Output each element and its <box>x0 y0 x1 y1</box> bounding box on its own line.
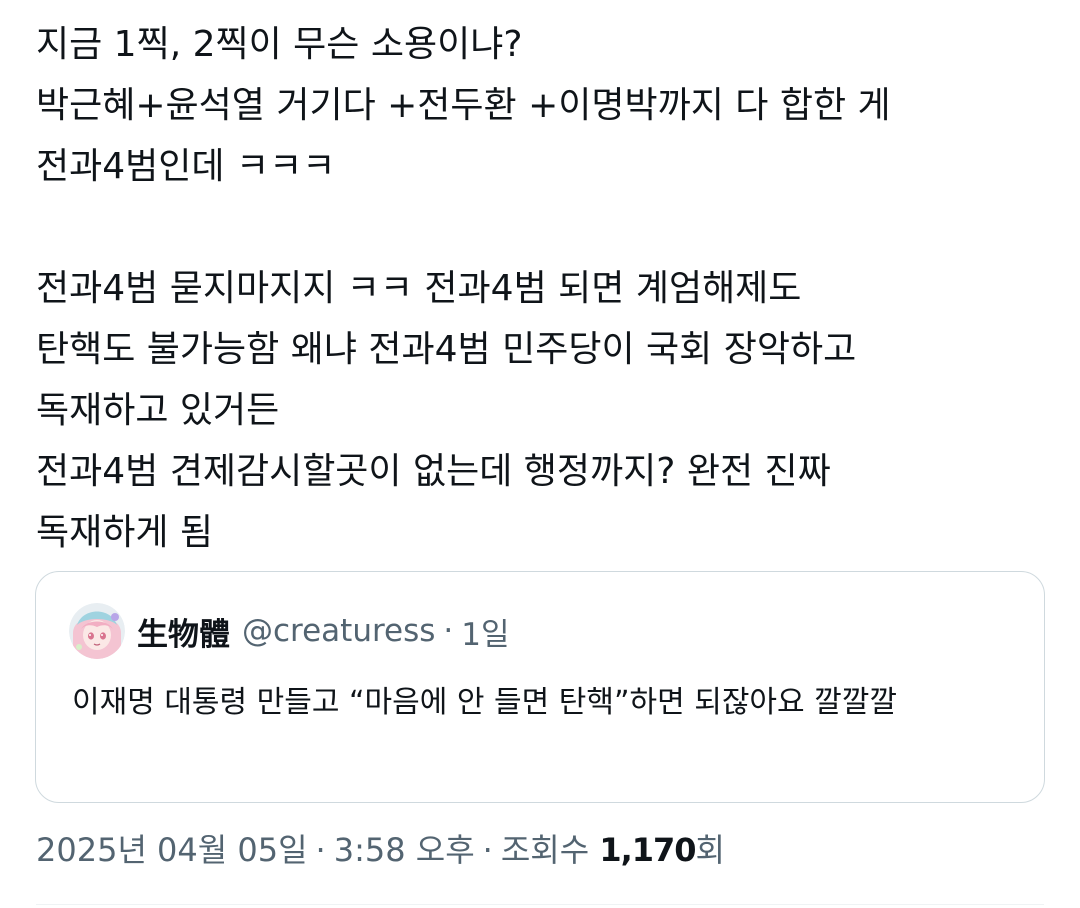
tweet-line: 전과4범 견제감시할곳이 없는데 행정까지? 완전 진짜 <box>36 451 831 492</box>
post-date[interactable]: 2025년 04월 05일 <box>36 831 308 869</box>
views-count: 1,170 <box>599 831 696 869</box>
tweet-text: 지금 1찍, 2찍이 무슨 소용이냐? 박근혜+윤석열 거기다 +전두환 +이명… <box>36 14 1056 563</box>
tweet-line: 전과4범인데 ㅋㅋㅋ <box>36 146 336 187</box>
tweet-line: 독재하고 있거든 <box>36 390 280 431</box>
tweet-line: 박근혜+윤석열 거기다 +전두환 +이명박까지 다 합한 게 <box>36 85 891 126</box>
divider <box>36 904 1044 905</box>
tweet-line: 지금 1찍, 2찍이 무슨 소용이냐? <box>36 24 523 65</box>
views-suffix: 회 <box>695 831 725 869</box>
quote-timestamp[interactable]: 1일 <box>461 609 509 654</box>
post-time[interactable]: 3:58 오후 <box>334 831 475 869</box>
views-label: 조회수 <box>500 831 590 869</box>
separator-dot: · <box>443 613 454 649</box>
tweet-line: 독재하게 됨 <box>36 512 214 553</box>
quote-author-name[interactable]: 生物體 <box>137 609 230 654</box>
tweet-metadata: 2025년 04월 05일 · 3:58 오후 · 조회수 1,170회 <box>36 826 725 874</box>
quote-tweet-card[interactable]: 生物體 @creaturess · 1일 이재명 대통령 만들고 “마음에 안 … <box>35 571 1045 803</box>
tweet-line: 전과4범 묻지마지지 ㅋㅋ 전과4범 되면 계엄해제도 <box>36 268 802 309</box>
quote-text: 이재명 대통령 만들고 “마음에 안 들면 탄핵”하면 되잖아요 깔깔깔 <box>72 685 897 720</box>
anime-avatar-icon[interactable] <box>69 603 125 659</box>
tweet-line: 탄핵도 불가능함 왜냐 전과4범 민주당이 국회 장악하고 <box>36 329 857 370</box>
quote-header: 生物體 @creaturess · 1일 <box>69 602 510 660</box>
quote-author-handle[interactable]: @creaturess <box>242 613 435 649</box>
separator-dot: · <box>482 831 493 869</box>
separator-dot: · <box>315 831 326 869</box>
